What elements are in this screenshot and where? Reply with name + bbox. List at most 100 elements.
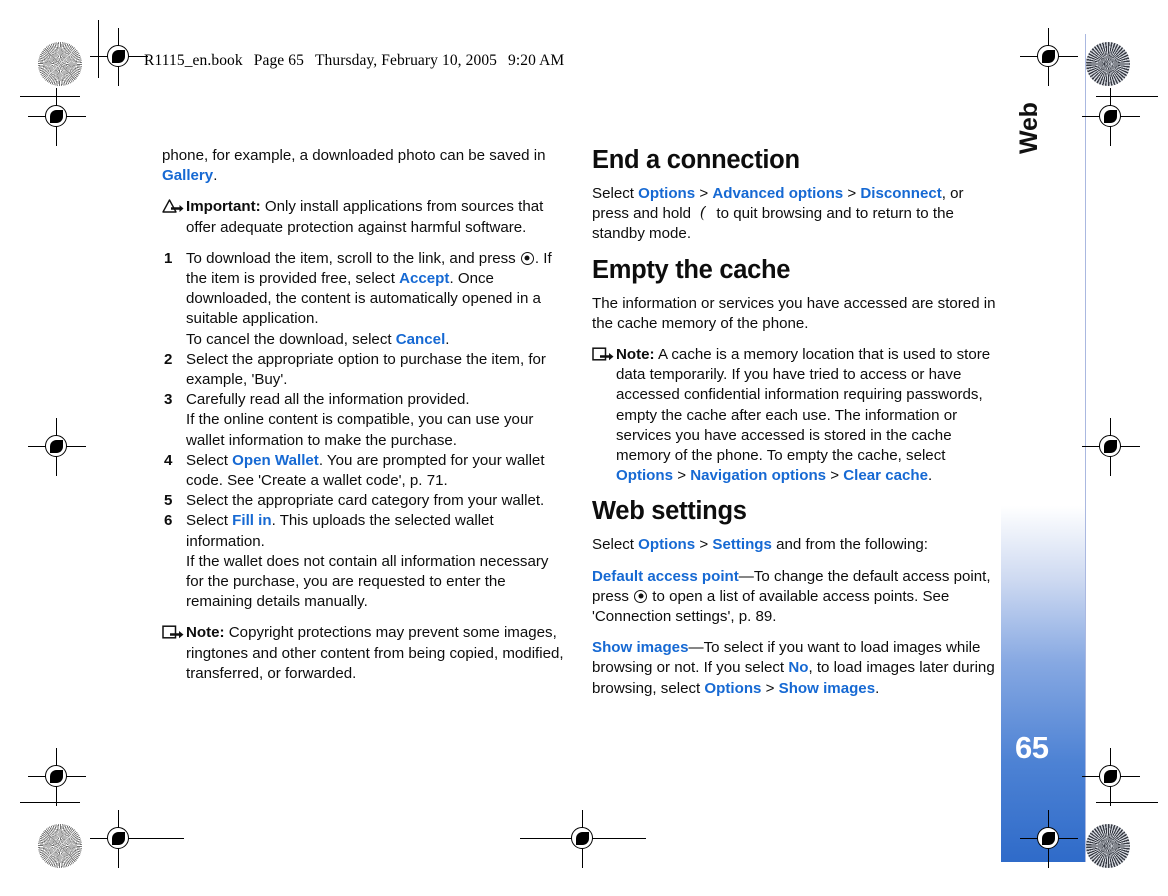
cache-sep-2: > <box>826 467 844 485</box>
running-header: R1115_en.book Page 65 Thursday, February 1… <box>144 52 575 70</box>
note-arrow-icon <box>592 347 614 362</box>
default-access-point-entry: Default access point—To change the defau… <box>592 567 996 628</box>
trim-rule-top-left <box>20 96 80 98</box>
step-6: 6 Select Fill in. This uploads the select… <box>162 511 566 612</box>
end-key-icon <box>697 205 710 221</box>
link-options-2[interactable]: Options <box>616 467 673 484</box>
scroll-key-icon <box>634 589 648 603</box>
left-column: phone, for example, a downloaded photo c… <box>162 146 566 695</box>
show-images-entry: Show images—To select if you want to loa… <box>592 638 996 699</box>
link-open-wallet[interactable]: Open Wallet <box>232 452 319 469</box>
link-settings[interactable]: Settings <box>712 536 772 553</box>
copyright-note-text: Note: Copyright protections may prevent … <box>186 623 566 684</box>
link-no[interactable]: No <box>788 659 808 676</box>
cache-sep-1: > <box>673 467 691 485</box>
header-page-label: Page 65 <box>253 52 304 69</box>
step-2-number: 2 <box>164 350 173 368</box>
step-4-number: 4 <box>164 451 173 469</box>
trim-rule-bottom-center-left <box>520 838 564 840</box>
important-label: Important: <box>186 198 261 216</box>
step-1-number: 1 <box>164 249 173 267</box>
registration-crosshair-right-upper <box>1082 88 1140 146</box>
manual-page: Web 65 R1115_en.book Page 65 Thursday, F… <box>0 0 1168 896</box>
step-1-sub: To cancel the download, select Cancel. <box>186 330 566 350</box>
intro-text-after: . <box>213 167 218 185</box>
registration-rosette-top-right <box>1086 42 1130 86</box>
step-1-sub-part1: To cancel the download, select <box>186 330 396 348</box>
chapter-side-tab: Web 65 <box>1001 34 1085 862</box>
intro-paragraph: phone, for example, a downloaded photo c… <box>162 146 566 186</box>
registration-crosshair-top-left-a <box>90 28 148 86</box>
cache-note-body-before: A cache is a memory location that is use… <box>616 346 991 465</box>
registration-crosshair-left-middle <box>28 418 86 476</box>
step-4: 4 Select Open Wallet. You are prompted fo… <box>162 451 566 491</box>
right-column: End a connection Select Options > Advanc… <box>592 146 996 710</box>
trim-rule-bottom-left-2 <box>128 838 184 840</box>
heading-empty-the-cache: Empty the cache <box>592 255 791 284</box>
sep-1: > <box>695 185 713 202</box>
link-options-3[interactable]: Options <box>638 536 695 553</box>
web-settings-intro: Select Options > Settings and from the f… <box>592 535 996 555</box>
link-gallery[interactable]: Gallery <box>162 167 213 184</box>
registration-rosette-top-left <box>38 42 82 86</box>
registration-rosette-bottom-left <box>38 824 82 868</box>
step-6-sub: If the wallet does not contain all infor… <box>186 552 549 611</box>
registration-crosshair-left-upper <box>28 88 86 146</box>
step-5-part1: Select the appropriate card category fro… <box>186 492 545 510</box>
link-advanced-options[interactable]: Advanced options <box>712 185 843 202</box>
sep-2: > <box>843 185 861 202</box>
registration-crosshair-bottom-right <box>1020 810 1078 868</box>
step-3-part1: Carefully read all the information provi… <box>186 391 470 409</box>
link-show-images-2[interactable]: Show images <box>779 680 875 697</box>
step-4-part1: Select <box>186 451 233 469</box>
step-6-number: 6 <box>164 512 173 530</box>
registration-crosshair-bottom-center <box>554 810 612 868</box>
link-fill-in[interactable]: Fill in <box>232 512 271 529</box>
link-disconnect[interactable]: Disconnect <box>860 185 941 202</box>
end-conn-before: Select <box>592 185 639 202</box>
warning-triangle-arrow-icon <box>162 199 184 214</box>
step-3: 3 Carefully read all the information prov… <box>162 390 566 451</box>
link-cancel[interactable]: Cancel <box>396 331 446 348</box>
header-time: 9:20 AM <box>508 52 565 69</box>
copyright-note-body: Copyright protections may prevent some i… <box>186 624 564 682</box>
registration-crosshair-right-lower <box>1082 748 1140 806</box>
registration-crosshair-left-lower <box>28 748 86 806</box>
ws-before: Select <box>592 536 639 554</box>
heading-web-settings: Web settings <box>592 497 747 526</box>
link-options-4[interactable]: Options <box>704 680 761 697</box>
heading-end-a-connection: End a connection <box>592 146 800 174</box>
step-2: 2 Select the appropriate option to purcha… <box>162 350 566 390</box>
header-date: Thursday, February 10, 2005 <box>314 52 498 69</box>
cache-note-callout: Note: A cache is a memory location that … <box>592 345 996 486</box>
registration-rosette-bottom-right <box>1086 824 1130 868</box>
ws-after: and from the following: <box>771 536 928 554</box>
link-navigation-options[interactable]: Navigation options <box>690 467 826 484</box>
step-6-part1: Select <box>186 512 233 530</box>
trim-rule-bottom-left <box>20 802 80 804</box>
page-border-right <box>1085 34 1087 862</box>
header-filename: R1115_en.book <box>144 52 243 69</box>
cache-note-text: Note: A cache is a memory location that … <box>616 345 996 486</box>
link-clear-cache[interactable]: Clear cache <box>843 467 928 484</box>
ws-sep-1: > <box>695 536 713 554</box>
step-5-number: 5 <box>164 492 173 510</box>
step-2-part1: Select the appropriate option to purchas… <box>186 350 546 389</box>
copyright-note-callout: Note: Copyright protections may prevent … <box>162 623 566 684</box>
link-show-images-1[interactable]: Show images <box>592 639 688 656</box>
scroll-key-icon <box>520 251 534 265</box>
step-1-sub-part2: . <box>445 330 450 348</box>
important-callout: Important: Only install applications fro… <box>162 197 566 237</box>
link-options-1[interactable]: Options <box>638 185 695 202</box>
registration-crosshair-top-right-a <box>1020 28 1078 86</box>
step-1: 1 To download the item, scroll to the lin… <box>162 249 566 350</box>
trim-rule-bottom-center-right <box>602 838 646 840</box>
link-accept[interactable]: Accept <box>399 270 449 287</box>
link-default-access-point[interactable]: Default access point <box>592 568 739 585</box>
trim-rule-top-right <box>1096 96 1158 98</box>
step-1-part1: To download the item, scroll to the link… <box>186 249 520 267</box>
empty-cache-paragraph: The information or services you have acc… <box>592 294 996 332</box>
step-5: 5 Select the appropriate card category fr… <box>162 491 566 511</box>
step-3-sub: If the online content is compatible, you… <box>186 411 534 449</box>
end-connection-paragraph: Select Options > Advanced options > Disc… <box>592 184 996 245</box>
